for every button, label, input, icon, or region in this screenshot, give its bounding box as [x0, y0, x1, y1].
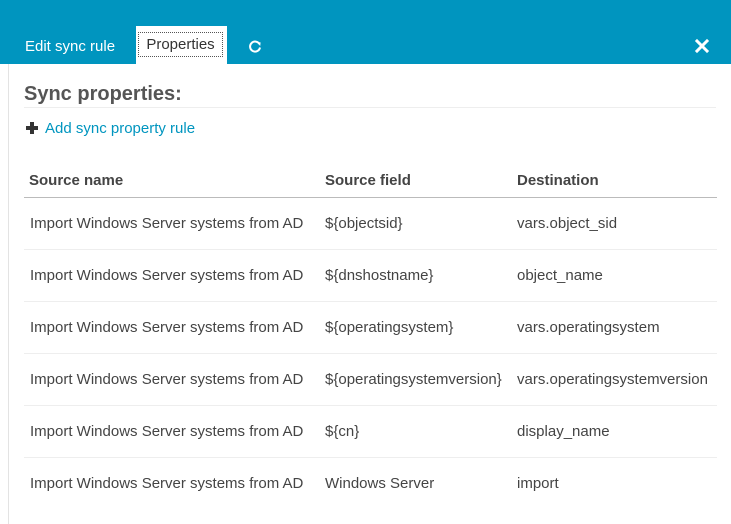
source-name-cell: Import Windows Server systems from AD — [24, 405, 325, 458]
page-title: Sync properties: — [24, 83, 182, 105]
source-field-cell: Windows Server — [325, 475, 435, 492]
source-field-cell: ${dnshostname} — [325, 249, 517, 302]
add-sync-property-rule-link[interactable]: Add sync property rule — [26, 120, 195, 138]
table-row[interactable]: Import Windows Server systems from AD ${… — [24, 353, 717, 406]
destination-cell: display_name — [517, 405, 717, 458]
destination-cell: import — [517, 475, 559, 492]
table-header-row: Source name Source field Destination — [24, 163, 717, 198]
plus-icon — [26, 122, 38, 134]
heading-divider — [24, 107, 716, 108]
tab-properties-label: Properties — [138, 32, 223, 57]
source-field-cell: ${objectsid} — [325, 197, 517, 250]
source-name-cell: Import Windows Server systems from AD — [30, 475, 304, 492]
source-field-cell: ${operatingsystem} — [325, 301, 517, 354]
table-row[interactable]: Import Windows Server systems from AD Wi… — [24, 458, 717, 510]
destination-cell: vars.operatingsystem — [517, 301, 717, 354]
column-header-source-name: Source name — [24, 163, 325, 198]
add-sync-property-rule-label: Add sync property rule — [45, 120, 196, 137]
source-name-cell: Import Windows Server systems from AD — [24, 353, 325, 406]
table-row[interactable]: Import Windows Server systems from AD ${… — [24, 301, 717, 354]
close-icon[interactable] — [694, 38, 710, 54]
table-row[interactable]: Import Windows Server systems from AD ${… — [24, 405, 717, 458]
source-name-cell: Import Windows Server systems from AD — [24, 249, 325, 302]
panel-border — [8, 64, 9, 524]
table-row[interactable]: Import Windows Server systems from AD ${… — [24, 249, 717, 302]
tab-bar: Edit sync rule Properties — [0, 0, 731, 64]
column-header-destination: Destination — [517, 163, 717, 198]
destination-cell: object_name — [517, 249, 717, 302]
destination-cell: vars.operatingsystemversion — [517, 353, 717, 406]
column-header-source-field: Source field — [325, 163, 517, 198]
refresh-icon[interactable] — [247, 39, 263, 55]
source-name-cell: Import Windows Server systems from AD — [24, 301, 325, 354]
table-row[interactable]: Import Windows Server systems from AD ${… — [24, 197, 717, 250]
tab-properties[interactable]: Properties — [136, 26, 227, 64]
sync-properties-table: Source name Source field Destination Imp… — [24, 163, 717, 509]
tab-edit-sync-rule[interactable]: Edit sync rule — [25, 38, 115, 56]
source-name-cell: Import Windows Server systems from AD — [24, 197, 325, 250]
source-field-cell: ${operatingsystemversion} — [325, 353, 517, 406]
source-field-cell: ${cn} — [325, 405, 517, 458]
destination-cell: vars.object_sid — [517, 197, 717, 250]
